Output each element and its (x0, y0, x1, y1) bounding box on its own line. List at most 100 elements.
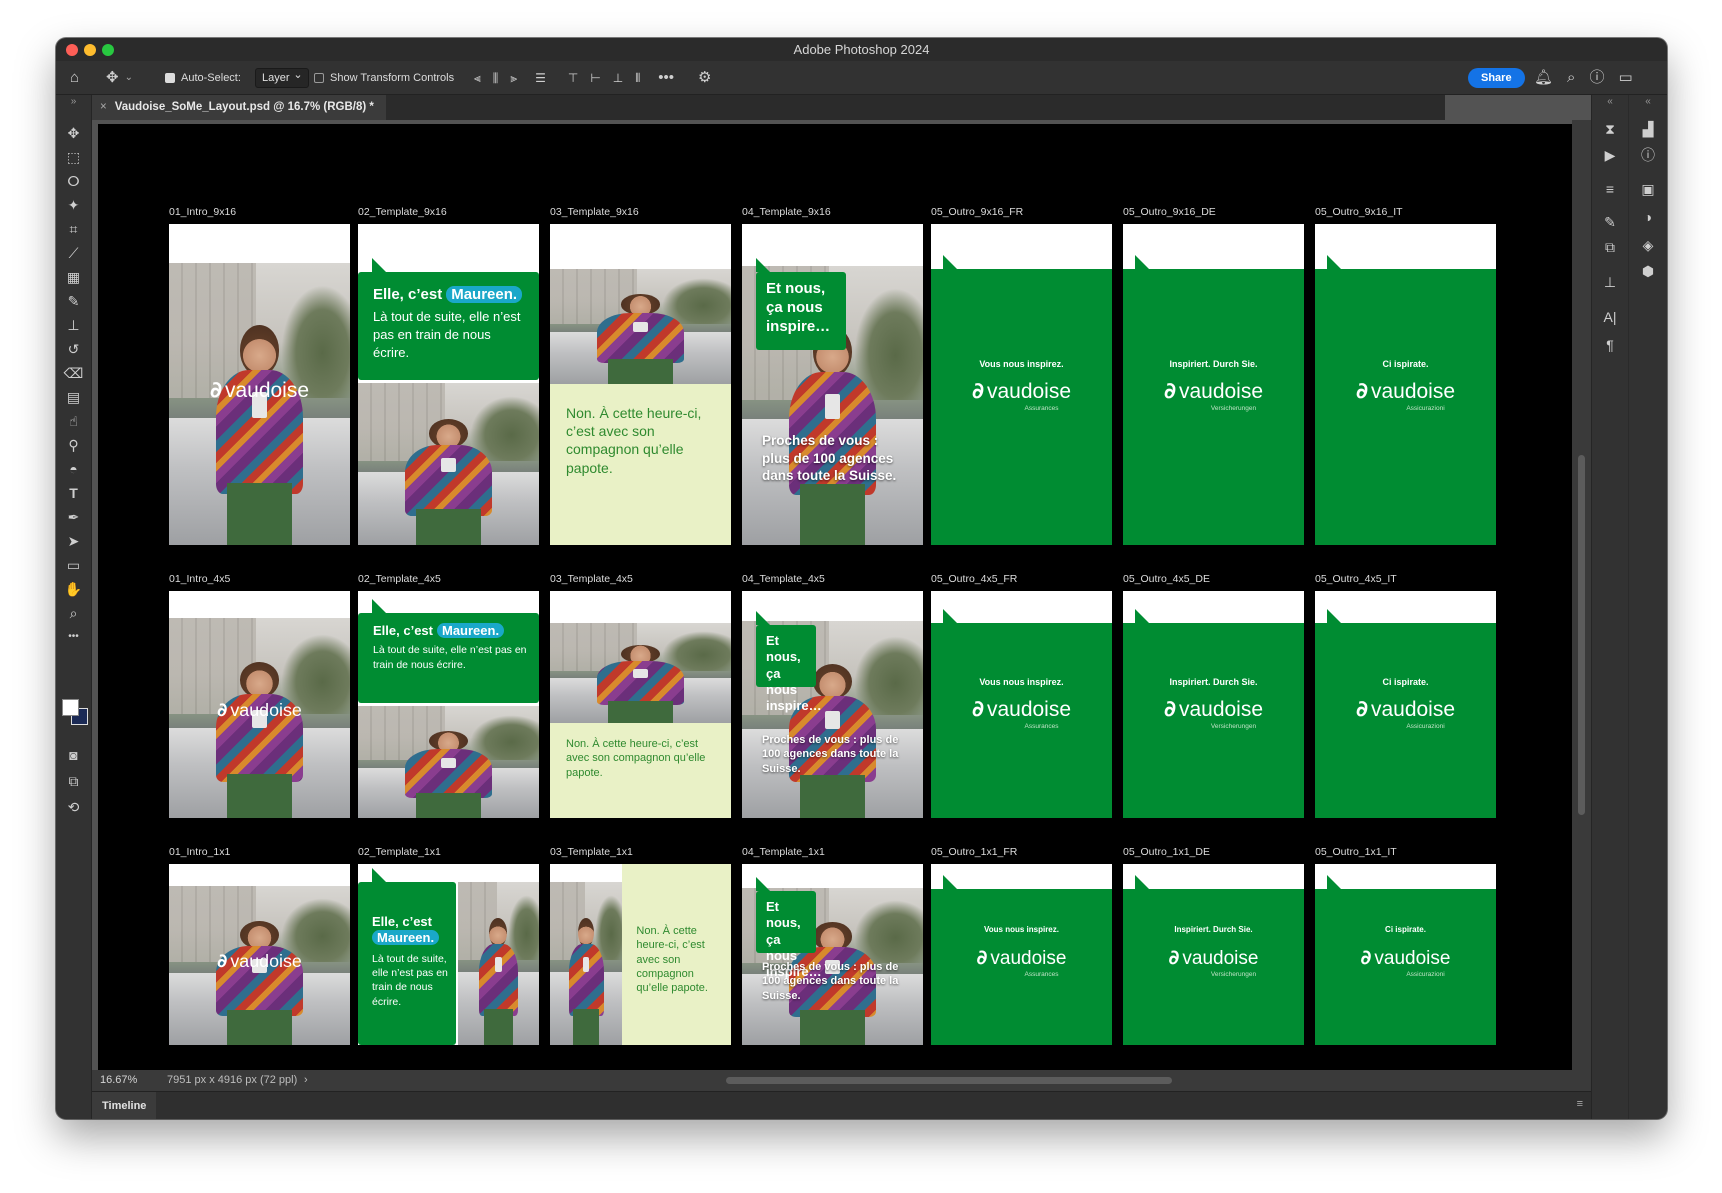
artboard[interactable]: Inspiriert. Durch Sie. ∂ vaudoise Versicher… (1123, 864, 1304, 1045)
paragraph-icon[interactable]: ¶ (1592, 333, 1628, 357)
share-for-review-icon[interactable]: ⟲ (56, 795, 91, 819)
align-left-icon[interactable]: ⫷ (474, 72, 481, 84)
gear-icon[interactable]: ⚙ (698, 70, 711, 85)
share-button[interactable]: Share (1468, 67, 1525, 88)
artboard[interactable]: Non. À cette heure-ci, c’est avec son co… (550, 864, 731, 1045)
artboard[interactable]: ∂ vaudoise (169, 864, 350, 1045)
zoom-level[interactable]: 16.67% (100, 1070, 137, 1091)
artboard[interactable]: Elle, c’est Maureen. Là tout de suite, ell… (358, 864, 539, 1045)
brush-icon[interactable]: ✎ (56, 289, 91, 313)
collapse-toolbar-icon[interactable]: » (56, 95, 91, 109)
properties-icon[interactable]: ⧉ (1592, 235, 1628, 259)
eyedropper-icon[interactable]: ⟋ (56, 241, 91, 265)
artboard[interactable]: Ci ispirate. ∂ vaudoise Assicurazioni (1315, 864, 1496, 1045)
distribute-icon[interactable]: ☰ (535, 72, 546, 84)
info-icon[interactable]: ⓘ (1630, 143, 1666, 167)
stamp-icon[interactable]: ⊥ (56, 313, 91, 337)
artboard[interactable]: ∂ vaudoise (169, 224, 350, 545)
distribute-vertical-icon[interactable]: ⫴ (635, 72, 640, 84)
artboard[interactable]: Et nous, ça nous inspire… Proches de vous… (742, 224, 923, 545)
workspace-icon[interactable]: ▭ (1618, 70, 1632, 85)
artboard[interactable]: Et nous, ça nous inspire… Proches de vous… (742, 864, 923, 1045)
artboard[interactable]: Non. À cette heure-ci, c’est avec son co… (550, 224, 731, 545)
layers-icon[interactable]: ◈ (1630, 233, 1666, 257)
align-center-icon[interactable]: ⫼ (493, 72, 499, 84)
artboard[interactable]: Vous nous inspirez. ∂ vaudoise Assurances (931, 864, 1112, 1045)
chevron-down-icon[interactable]: ⌄ (125, 72, 133, 83)
horizontal-scroll-thumb[interactable] (726, 1077, 1172, 1084)
artboard[interactable]: Non. À cette heure-ci, c’est avec son co… (550, 591, 731, 818)
channels-icon[interactable]: ⬢ (1630, 259, 1666, 283)
home-icon[interactable]: ⌂ (70, 70, 79, 85)
marquee-icon[interactable]: ⬚ (56, 145, 91, 169)
character-icon[interactable]: A| (1592, 305, 1628, 329)
photo-pants (607, 358, 674, 384)
artboard[interactable]: Elle, c’est Maureen. Là tout de suite, ell… (358, 224, 539, 545)
gradient-icon[interactable]: ▤ (56, 385, 91, 409)
patch-icon[interactable]: ▦ (56, 265, 91, 289)
artboard[interactable]: Ci ispirate. ∂ vaudoise Assicurazioni (1315, 591, 1496, 818)
histogram-icon[interactable]: ▟ (1630, 117, 1666, 141)
align-middle-icon[interactable]: ⊢ (590, 72, 600, 84)
stamp-icon[interactable]: ⊥ (1592, 270, 1628, 294)
align-right-icon[interactable]: ⫸ (510, 72, 517, 84)
more-options-icon[interactable]: ••• (658, 70, 674, 85)
artboard[interactable]: Inspiriert. Durch Sie. ∂ vaudoise Versicher… (1123, 591, 1304, 818)
close-tab-icon[interactable]: × (100, 101, 107, 113)
timeline-tab[interactable]: Timeline (92, 1092, 157, 1119)
artboard[interactable]: Ci ispirate. ∂ vaudoise Assicurazioni (1315, 224, 1496, 545)
adjustments-icon[interactable]: ≡ (1592, 177, 1628, 201)
show-transform-controls-checkbox[interactable]: Show Transform Controls (314, 61, 454, 94)
eraser-icon[interactable]: ⌫ (56, 361, 91, 385)
close-window-button[interactable] (66, 44, 78, 56)
move-icon[interactable]: ✥ (56, 121, 91, 145)
path-select-icon[interactable]: ➤ (56, 529, 91, 553)
foreground-color-swatch[interactable] (62, 699, 79, 716)
panel-menu-icon[interactable]: ≡ (1577, 1098, 1583, 1110)
document-canvas[interactable]: 01_Intro_9x16 ∂ vaudoise 02_Template_9x16 El… (98, 124, 1572, 1070)
quick-mask-icon[interactable]: ◙ (56, 743, 91, 767)
color-swatches[interactable] (62, 699, 88, 725)
magic-wand-icon[interactable]: ✦ (56, 193, 91, 217)
pen-fill-icon[interactable]: ◓ (56, 457, 91, 481)
bell-icon[interactable]: 🔔︎ (1534, 70, 1553, 85)
history-icon[interactable]: ⧗ (1592, 117, 1628, 141)
auto-select-target-dropdown[interactable]: Layer (255, 67, 309, 88)
zoom-window-button[interactable] (102, 44, 114, 56)
move-tool-preset-icon[interactable]: ✥ (106, 70, 119, 85)
type-icon[interactable]: T (56, 481, 91, 505)
smudge-icon[interactable]: ☝ (56, 409, 91, 433)
artboard[interactable]: Inspiriert. Durch Sie. ∂ vaudoise Versicher… (1123, 224, 1304, 545)
play-icon[interactable]: ▶ (1592, 143, 1628, 167)
vertical-scroll-thumb[interactable] (1578, 455, 1585, 815)
collapse-panels-icon-2[interactable]: « (1630, 95, 1666, 109)
align-top-icon[interactable]: ⊤ (568, 72, 578, 84)
history-brush-icon[interactable]: ↺ (56, 337, 91, 361)
artboard[interactable]: ∂ vaudoise (169, 591, 350, 818)
search-icon[interactable]: ⌕ (1567, 70, 1575, 85)
color-icon[interactable]: ◑ (1630, 205, 1666, 229)
document-tab[interactable]: × Vaudoise_SoMe_Layout.psd @ 16.7% (RGB/8… (92, 95, 386, 120)
screen-mode-icon[interactable]: ⧉ (56, 769, 91, 793)
collapse-panels-icon[interactable]: « (1592, 95, 1628, 109)
rectangle-icon[interactable]: ▭ (56, 553, 91, 577)
vertical-scrollbar[interactable] (1572, 120, 1591, 1070)
more-icon[interactable]: ••• (56, 625, 91, 649)
lasso-icon[interactable]: ⵔ (56, 169, 91, 193)
hand-icon[interactable]: ✋ (56, 577, 91, 601)
help-icon[interactable]: ⓘ (1589, 70, 1604, 85)
crop-icon[interactable]: ⌗ (56, 217, 91, 241)
artboard[interactable]: Vous nous inspirez. ∂ vaudoise Assurances (931, 224, 1112, 545)
artboard[interactable]: Et nous, ça nous inspire… Proches de vous… (742, 591, 923, 818)
minimize-window-button[interactable] (84, 44, 96, 56)
dodge-icon[interactable]: ⚲ (56, 433, 91, 457)
artboard[interactable]: Elle, c’est Maureen. Là tout de suite, ell… (358, 591, 539, 818)
artboard[interactable]: Vous nous inspirez. ∂ vaudoise Assurances (931, 591, 1112, 818)
libraries-icon[interactable]: ▣ (1630, 177, 1666, 201)
brush-settings-icon[interactable]: ✎ (1592, 210, 1628, 234)
chevron-right-icon[interactable]: › (304, 1070, 308, 1091)
zoom-icon[interactable]: ⌕ (56, 601, 91, 625)
auto-select-checkbox[interactable]: Auto-Select: (165, 61, 241, 94)
align-bottom-icon[interactable]: ⊥ (613, 72, 623, 84)
pen-icon[interactable]: ✒ (56, 505, 91, 529)
